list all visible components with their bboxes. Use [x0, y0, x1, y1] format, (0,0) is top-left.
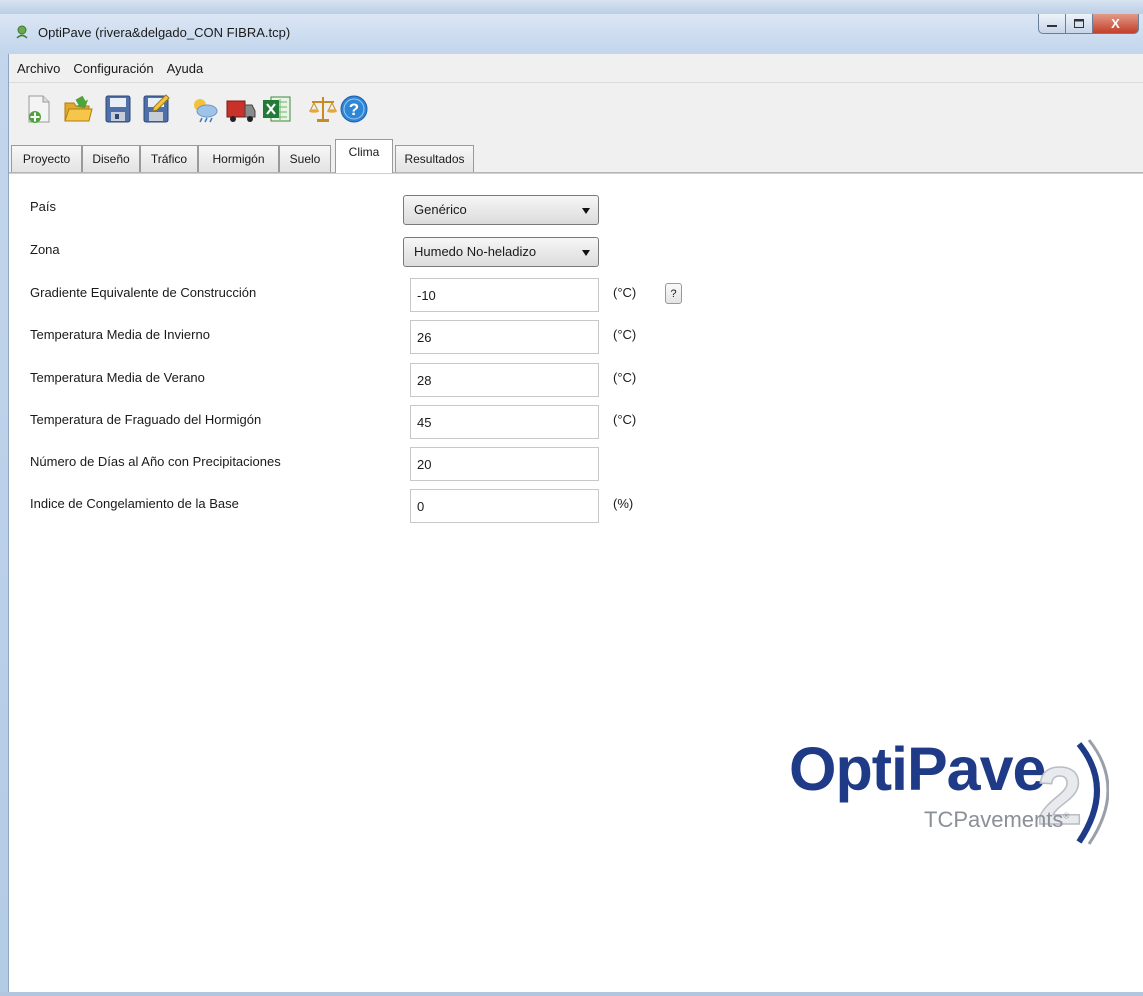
app-icon — [16, 25, 28, 39]
menu-archivo[interactable]: Archivo — [12, 61, 65, 76]
window-controls: X — [1038, 14, 1139, 36]
temp-invierno-label: Temperatura Media de Invierno — [30, 327, 210, 342]
temp-fraguado-unit: (°C) — [613, 412, 637, 427]
gradiente-help-button[interactable]: ? — [665, 283, 682, 304]
indice-congel-input[interactable] — [410, 489, 599, 523]
logo-name: OptiPave — [789, 735, 1046, 803]
save-as-icon[interactable] — [140, 93, 172, 125]
temp-invierno-input[interactable] — [410, 320, 599, 354]
tab-hormigon[interactable]: Hormigón — [198, 145, 279, 172]
chevron-down-icon — [582, 250, 590, 256]
excel-icon[interactable] — [261, 93, 293, 125]
balance-scale-icon[interactable] — [307, 93, 339, 125]
menu-configuracion[interactable]: Configuración — [68, 61, 158, 76]
indice-congel-unit: (%) — [613, 496, 634, 511]
toolbar: ? — [9, 83, 1143, 135]
pais-label: País — [30, 199, 57, 214]
menu-bar: Archivo Configuración Ayuda — [9, 54, 1143, 83]
zona-select[interactable]: Humedo No-heladizo — [403, 237, 599, 267]
truck-icon[interactable] — [225, 93, 257, 125]
logo-registered-mark: ® — [1063, 811, 1070, 821]
window-bottom-edge — [0, 992, 1143, 996]
maximize-icon — [1074, 19, 1084, 28]
clima-panel: País Genérico Zona Humedo No-heladizo Gr… — [9, 173, 1143, 992]
tab-trafico[interactable]: Tráfico — [140, 145, 198, 172]
temp-verano-unit: (°C) — [613, 370, 637, 385]
new-file-icon[interactable] — [23, 93, 55, 125]
app-client-area: Archivo Configuración Ayuda ? Proyecto D… — [8, 54, 1143, 992]
open-folder-icon[interactable] — [62, 93, 94, 125]
tab-resultados[interactable]: Resultados — [395, 145, 474, 172]
close-button[interactable]: X — [1093, 14, 1139, 34]
window-frame: OptiPave (rivera&delgado_CON FIBRA.tcp) … — [0, 0, 1143, 996]
minimize-button[interactable] — [1038, 14, 1066, 34]
window-title: OptiPave (rivera&delgado_CON FIBRA.tcp) — [38, 25, 291, 40]
help-icon[interactable]: ? — [338, 93, 370, 125]
tab-diseno[interactable]: Diseño — [82, 145, 140, 172]
tab-proyecto[interactable]: Proyecto — [11, 145, 82, 172]
temp-fraguado-label: Temperatura de Fraguado del Hormigón — [30, 412, 262, 427]
save-icon[interactable] — [102, 93, 134, 125]
gradiente-input[interactable] — [410, 278, 599, 312]
optipave-logo: OptiPave 2 TCPavements® — [769, 734, 1109, 845]
temp-fraguado-input[interactable] — [410, 405, 599, 439]
close-icon: X — [1111, 16, 1120, 31]
pais-select[interactable]: Genérico — [403, 195, 599, 225]
minimize-icon — [1047, 24, 1057, 27]
gradiente-unit: (°C) — [613, 285, 637, 300]
pais-value: Genérico — [414, 202, 467, 217]
gradiente-label: Gradiente Equivalente de Construcción — [30, 285, 257, 300]
background-window-strip — [0, 0, 1143, 14]
temp-verano-label: Temperatura Media de Verano — [30, 370, 205, 385]
tab-clima[interactable]: Clima — [335, 139, 393, 173]
weather-icon[interactable] — [188, 93, 220, 125]
tab-strip: Proyecto Diseño Tráfico Hormigón Suelo C… — [9, 135, 1143, 173]
logo-company-text: TCPavements — [924, 807, 1064, 832]
title-bar[interactable]: OptiPave (rivera&delgado_CON FIBRA.tcp) … — [0, 14, 1143, 54]
tab-suelo[interactable]: Suelo — [279, 145, 331, 172]
dias-precip-label: Número de Días al Año con Precipitacione… — [30, 454, 281, 469]
svg-text:?: ? — [349, 100, 359, 119]
temp-verano-input[interactable] — [410, 363, 599, 397]
zona-label: Zona — [30, 242, 60, 257]
chevron-down-icon — [582, 208, 590, 214]
menu-ayuda[interactable]: Ayuda — [162, 61, 209, 76]
indice-congel-label: Indice de Congelamiento de la Base — [30, 496, 239, 511]
zona-value: Humedo No-heladizo — [414, 244, 537, 259]
temp-invierno-unit: (°C) — [613, 327, 637, 342]
maximize-button[interactable] — [1066, 14, 1093, 34]
dias-precip-input[interactable] — [410, 447, 599, 481]
logo-company: TCPavements® — [924, 807, 1069, 833]
